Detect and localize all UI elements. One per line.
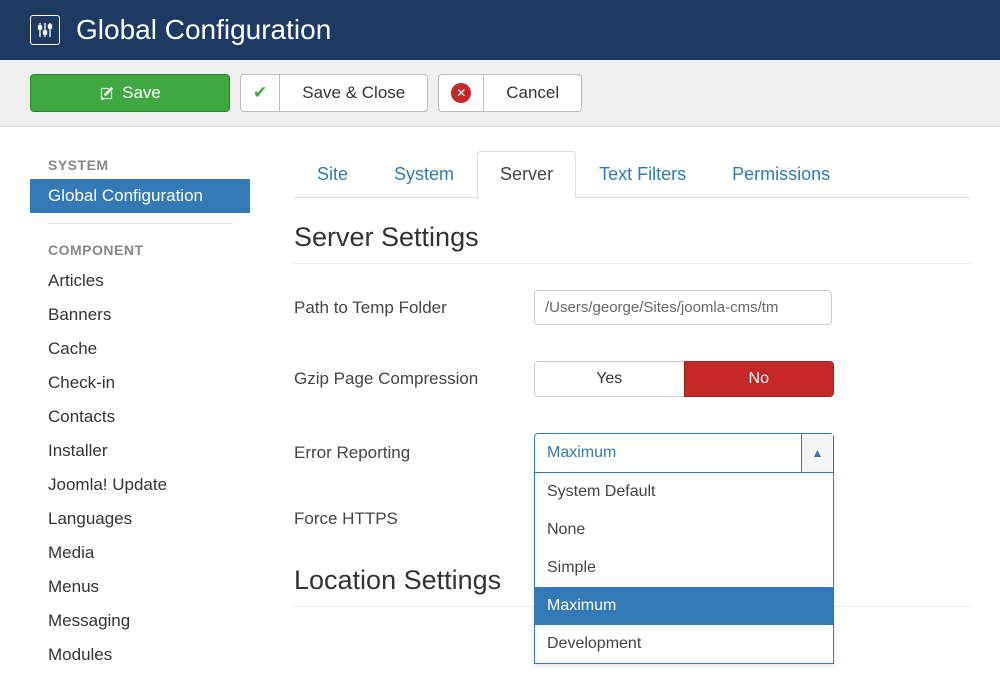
save-button[interactable]: Save: [30, 74, 230, 112]
save-close-group: ✔ Save & Close: [240, 74, 428, 112]
sidebar-item-languages[interactable]: Languages: [30, 502, 250, 536]
cancel-button[interactable]: Cancel: [483, 74, 582, 112]
dropdown-value: Maximum: [535, 434, 628, 472]
dropdown-item-simple[interactable]: Simple: [535, 549, 833, 587]
sidebar-item-menus[interactable]: Menus: [30, 570, 250, 604]
chevron-up-icon: ▲: [801, 434, 833, 472]
label-force-https: Force HTTPS: [294, 509, 534, 529]
sidebar-divider: [48, 223, 232, 224]
dropdown-item-development[interactable]: Development: [535, 625, 833, 663]
dropdown-error-reporting: Maximum ▲ System Default None Simple Max…: [534, 433, 834, 473]
tab-server[interactable]: Server: [477, 151, 576, 198]
sidebar-item-global-config[interactable]: Global Configuration: [30, 179, 250, 213]
label-error-reporting: Error Reporting: [294, 443, 534, 463]
toolbar: Save ✔ Save & Close ✕ Cancel: [0, 60, 1000, 127]
sidebar-item-joomla-update[interactable]: Joomla! Update: [30, 468, 250, 502]
row-temp-folder: Path to Temp Folder: [294, 272, 970, 343]
page-title: Global Configuration: [76, 14, 331, 46]
app-header: Global Configuration: [0, 0, 1000, 60]
cancel-group: ✕ Cancel: [438, 74, 582, 112]
sidebar-item-articles[interactable]: Articles: [30, 264, 250, 298]
check-icon: ✔: [253, 83, 267, 103]
toggle-gzip-no[interactable]: No: [684, 361, 835, 397]
section-server-settings: Server Settings: [294, 222, 970, 264]
sidebar-heading-component: COMPONENT: [30, 236, 250, 264]
sidebar-item-modules[interactable]: Modules: [30, 638, 250, 672]
dropdown-item-system-default[interactable]: System Default: [535, 473, 833, 511]
dropdown-toggle-error-reporting[interactable]: Maximum ▲: [534, 433, 834, 473]
cancel-icon-button[interactable]: ✕: [438, 74, 483, 112]
sliders-icon: [30, 15, 60, 45]
content-area: Site System Server Text Filters Permissi…: [270, 151, 970, 672]
sidebar-item-installer[interactable]: Installer: [30, 434, 250, 468]
sidebar: SYSTEM Global Configuration COMPONENT Ar…: [30, 151, 270, 672]
label-gzip: Gzip Page Compression: [294, 369, 534, 389]
dropdown-item-none[interactable]: None: [535, 511, 833, 549]
toggle-gzip: Yes No: [534, 361, 834, 397]
sidebar-item-media[interactable]: Media: [30, 536, 250, 570]
label-temp-folder: Path to Temp Folder: [294, 298, 534, 318]
row-gzip: Gzip Page Compression Yes No: [294, 343, 970, 415]
tab-permissions[interactable]: Permissions: [709, 151, 853, 198]
input-temp-folder[interactable]: [534, 290, 832, 325]
row-error-reporting: Error Reporting Maximum ▲ System Default…: [294, 415, 970, 491]
tab-system[interactable]: System: [371, 151, 477, 198]
dropdown-menu-error-reporting: System Default None Simple Maximum Devel…: [534, 473, 834, 664]
sidebar-item-check-in[interactable]: Check-in: [30, 366, 250, 400]
tab-site[interactable]: Site: [294, 151, 371, 198]
save-close-button[interactable]: Save & Close: [279, 74, 428, 112]
sidebar-item-cache[interactable]: Cache: [30, 332, 250, 366]
toggle-gzip-yes[interactable]: Yes: [534, 361, 684, 397]
sidebar-item-messaging[interactable]: Messaging: [30, 604, 250, 638]
save-close-icon-button[interactable]: ✔: [240, 74, 279, 112]
tab-text-filters[interactable]: Text Filters: [576, 151, 709, 198]
save-label: Save: [122, 83, 161, 103]
sidebar-item-banners[interactable]: Banners: [30, 298, 250, 332]
sidebar-heading-system: SYSTEM: [30, 151, 250, 179]
sidebar-item-contacts[interactable]: Contacts: [30, 400, 250, 434]
tabs: Site System Server Text Filters Permissi…: [294, 151, 970, 198]
close-icon: ✕: [451, 83, 471, 103]
main-area: SYSTEM Global Configuration COMPONENT Ar…: [0, 127, 1000, 696]
dropdown-item-maximum[interactable]: Maximum: [535, 587, 833, 625]
pencil-check-icon: [99, 86, 114, 101]
